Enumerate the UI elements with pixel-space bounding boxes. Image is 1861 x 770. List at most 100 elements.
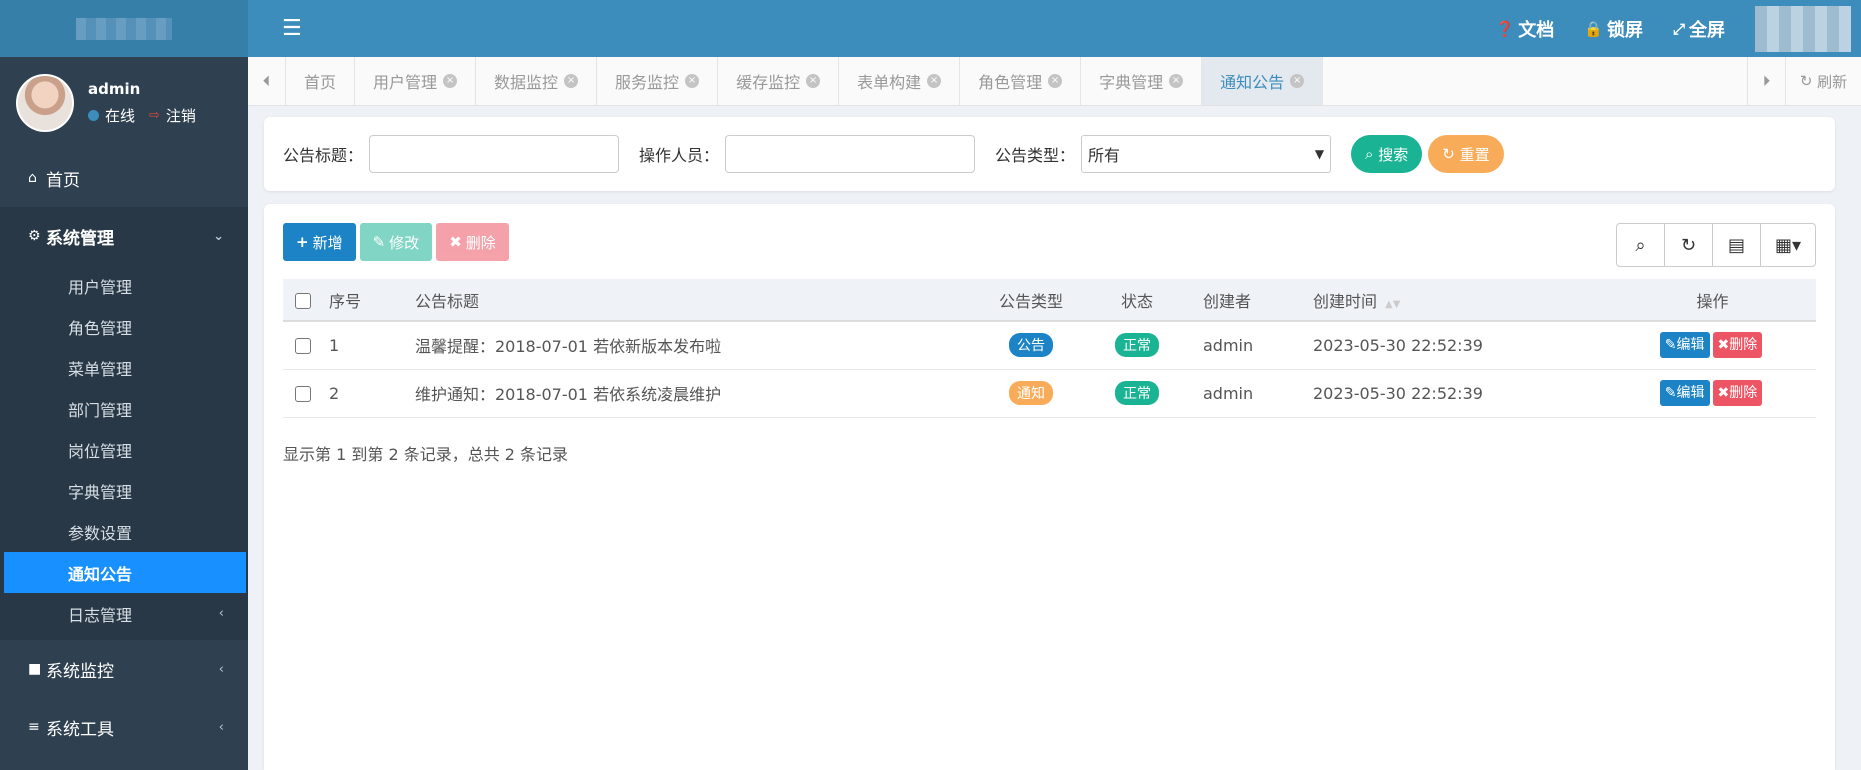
edit-button[interactable]: ✎ 修改 <box>359 223 433 261</box>
tab-scroll-right-icon[interactable]: ⏵ <box>1747 57 1785 105</box>
sidebar-item-users[interactable]: 用户管理 <box>0 265 248 306</box>
search-button[interactable]: ⌕ 搜索 <box>1351 135 1423 173</box>
doc-link[interactable]: ❓ 文档 <box>1496 16 1555 42</box>
sidebar-item-config[interactable]: 参数设置 <box>0 511 248 552</box>
user-name: admin <box>88 80 141 98</box>
tab-roles[interactable]: 角色管理 × <box>960 57 1082 105</box>
refresh-icon[interactable]: ↻ <box>1665 224 1713 266</box>
sidebar-item-tools[interactable]: ≡ 系统工具 ‹ <box>0 698 248 756</box>
tab-notice[interactable]: 通知公告 × <box>1202 57 1324 105</box>
search-toggle-icon[interactable]: ⌕ <box>1617 224 1665 266</box>
avatar <box>16 74 74 132</box>
close-icon[interactable]: × <box>1169 74 1184 88</box>
tab-label: 表单构建 <box>857 73 922 92</box>
tab-users[interactable]: 用户管理 × <box>355 57 477 105</box>
table-row[interactable]: 1 温馨提醒：2018-07-01 若依新版本发布啦 公告 正常 admin 2… <box>283 321 1816 369</box>
tab-label: 缓存监控 <box>736 73 801 92</box>
online-dot-icon <box>88 110 99 121</box>
add-button[interactable]: + 新增 <box>283 223 356 261</box>
col-title[interactable]: 公告标题 <box>415 279 975 321</box>
tab-home[interactable]: 首页 <box>286 57 356 105</box>
sidebar-item-home[interactable]: ⌂ 首页 <box>0 149 248 207</box>
sidebar-item-menus[interactable]: 菜单管理 <box>0 347 248 388</box>
row-edit-button[interactable]: ✎编辑 <box>1659 380 1710 406</box>
col-creator[interactable]: 创建者 <box>1187 279 1299 321</box>
sidebar-item-notice[interactable]: 通知公告 <box>4 552 246 593</box>
fullscreen-link[interactable]: ⤢ 全屏 <box>1673 16 1725 42</box>
sidebar-item-label: 首页 <box>46 170 80 191</box>
row-edit-button[interactable]: ✎编辑 <box>1659 332 1710 359</box>
cell-creator: admin <box>1203 335 1254 355</box>
row-delete-button[interactable]: ✖删除 <box>1712 380 1763 406</box>
col-created-time[interactable]: 创建时间 ▲▼ <box>1299 279 1609 321</box>
notice-type-value: 所有 <box>1088 146 1121 165</box>
menu-toggle-icon[interactable]: ☰ <box>282 16 302 41</box>
search-form: 公告标题： 操作人员： 公告类型： 所有 ▼ ⌕ 搜索 ↻ 重置 <box>264 117 1835 191</box>
sidebar-item-roles[interactable]: 角色管理 <box>0 306 248 347</box>
row-delete-button[interactable]: ✖删除 <box>1712 332 1763 359</box>
cell-created-time: 2023-05-30 22:52:39 <box>1313 335 1483 355</box>
cell-id: 1 <box>329 335 340 355</box>
logout-icon[interactable]: ⇨ <box>149 108 160 123</box>
tab-form-build[interactable]: 表单构建 × <box>839 57 961 105</box>
sidebar-item-posts[interactable]: 岗位管理 <box>0 429 248 470</box>
sidebar-item-logs[interactable]: 日志管理 ‹ <box>0 593 248 634</box>
close-icon[interactable]: × <box>443 74 458 88</box>
refresh-icon: ↻ <box>1799 72 1813 90</box>
operator-label: 操作人员： <box>639 146 720 165</box>
close-icon[interactable]: × <box>685 74 700 88</box>
tab-dicts[interactable]: 字典管理 × <box>1081 57 1203 105</box>
tab-scroll-left-icon[interactable]: ⏴ <box>248 57 286 105</box>
user-panel: admin 在线 ⇨ 注销 <box>0 57 248 149</box>
tab-data-monitor[interactable]: 数据监控 × <box>476 57 598 105</box>
col-type[interactable]: 公告类型 <box>975 279 1087 321</box>
close-icon[interactable]: × <box>1290 74 1305 88</box>
chevron-down-icon: ▼ <box>1314 147 1325 161</box>
row-checkbox[interactable] <box>295 386 311 402</box>
reset-button[interactable]: ↻ 重置 <box>1428 135 1504 173</box>
sidebar: admin 在线 ⇨ 注销 ⌂ 首页 ⚙ 系统管理 ⌄ 用户管理 角色管理 菜单… <box>0 0 248 770</box>
edit-icon: ✎ <box>1664 385 1677 401</box>
select-all-checkbox[interactable] <box>295 292 311 309</box>
delete-button-label: 删除 <box>465 233 496 252</box>
close-icon[interactable]: × <box>806 74 821 88</box>
col-status[interactable]: 状态 <box>1087 279 1187 321</box>
logout-link[interactable]: 注销 <box>166 105 196 126</box>
lock-screen-link[interactable]: 🔒 锁屏 <box>1584 16 1643 42</box>
row-checkbox[interactable] <box>295 338 311 355</box>
top-header: ☰ ❓ 文档 🔒 锁屏 ⤢ 全屏 <box>248 0 1861 57</box>
table-row[interactable]: 2 维护通知：2018-07-01 若依系统凌晨维护 通知 正常 admin 2… <box>283 369 1816 417</box>
cell-title: 温馨提醒：2018-07-01 若依新版本发布啦 <box>415 337 722 357</box>
refresh-tab-button[interactable]: ↻ 刷新 <box>1785 57 1861 105</box>
logo <box>0 0 248 57</box>
search-icon: ⌕ <box>1365 145 1374 163</box>
col-actions: 操作 <box>1696 291 1729 311</box>
tab-service-monitor[interactable]: 服务监控 × <box>597 57 719 105</box>
close-icon[interactable]: × <box>1048 74 1063 88</box>
sidebar-item-dicts[interactable]: 字典管理 <box>0 470 248 511</box>
chevron-left-icon: ‹ <box>218 661 224 677</box>
tab-label: 通知公告 <box>1220 73 1285 92</box>
question-icon: ❓ <box>1495 19 1515 38</box>
tab-cache-monitor[interactable]: 缓存监控 × <box>718 57 840 105</box>
toggle-view-icon[interactable]: ▤ <box>1713 224 1761 266</box>
header-avatar[interactable] <box>1755 5 1851 52</box>
operator-input[interactable] <box>725 135 976 173</box>
sidebar-item-monitor[interactable]: ■ 系统监控 ‹ <box>0 640 248 698</box>
close-icon[interactable]: × <box>927 74 942 88</box>
table-header-row: 序号 公告标题 公告类型 状态 创建者 创建时间 ▲▼ 操作 <box>283 279 1816 321</box>
sidebar-item-system[interactable]: ⚙ 系统管理 ⌄ <box>0 207 248 265</box>
tab-label: 首页 <box>304 73 337 92</box>
delete-button[interactable]: ✖ 删除 <box>436 223 509 261</box>
col-id[interactable]: 序号 <box>329 279 415 321</box>
notice-title-input[interactable] <box>369 135 620 173</box>
columns-dropdown-icon[interactable]: ▦▾ <box>1761 224 1815 266</box>
row-edit-label: 编辑 <box>1676 337 1705 354</box>
type-badge: 通知 <box>1009 381 1053 405</box>
search-button-label: 搜索 <box>1378 145 1409 164</box>
close-icon: ✖ <box>1717 385 1730 401</box>
notice-type-select[interactable]: 所有 ▼ <box>1081 135 1332 173</box>
sort-icon[interactable]: ▲▼ <box>1385 299 1400 310</box>
close-icon[interactable]: × <box>564 74 579 88</box>
sidebar-item-depts[interactable]: 部门管理 <box>0 388 248 429</box>
